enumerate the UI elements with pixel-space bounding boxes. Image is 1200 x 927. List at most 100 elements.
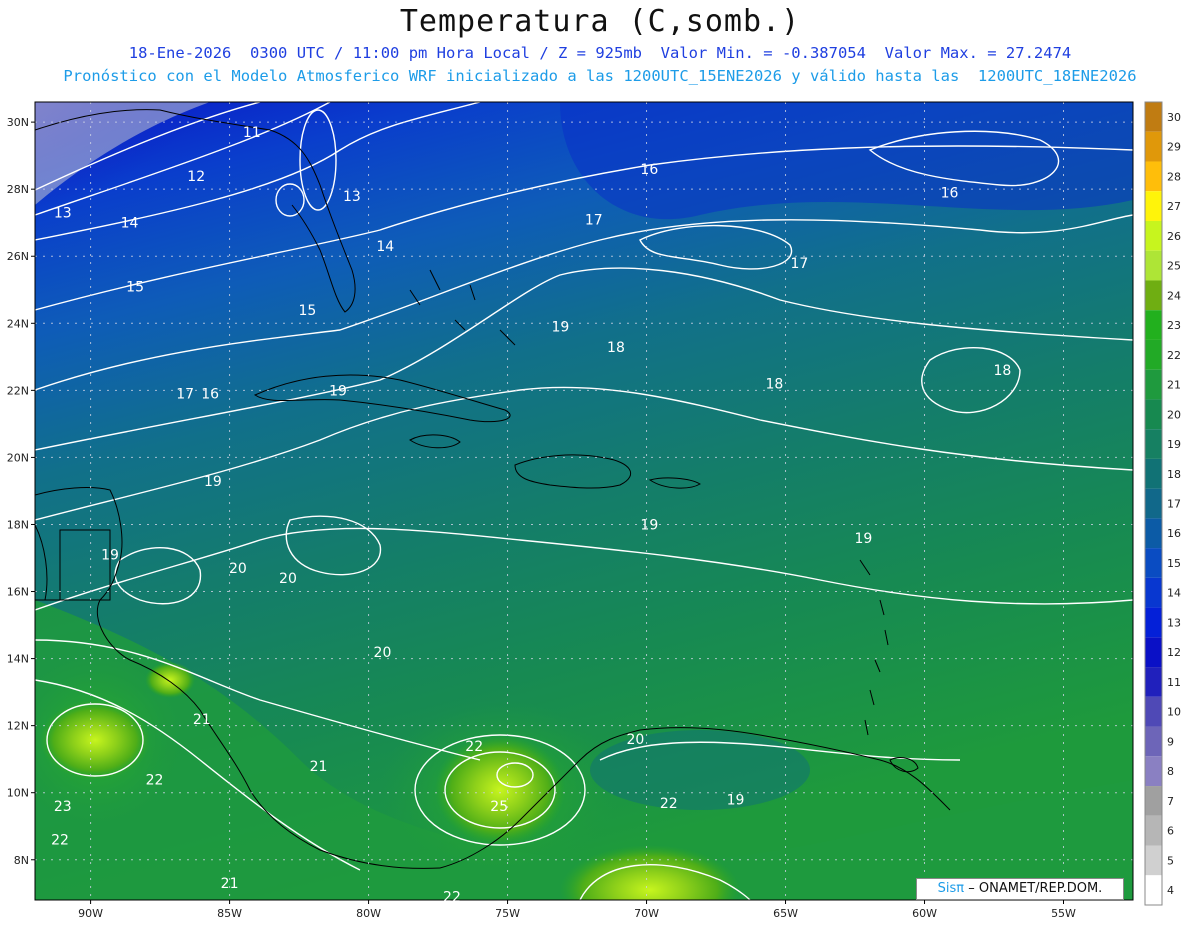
contour-label: 18 [765, 377, 783, 393]
contour-label: 19 [551, 320, 569, 336]
colorbar-swatch [1145, 399, 1162, 430]
lon-tick-label: 90W [78, 907, 103, 920]
colorbar-swatch [1145, 548, 1162, 578]
contour-label: 14 [376, 239, 394, 255]
credit-box: Sisπ – ONAMET/REP.DOM. [916, 878, 1124, 900]
colorbar-label: 30 [1167, 111, 1181, 124]
lat-tick-label: 26N [7, 250, 29, 263]
lat-tick-label: 12N [7, 720, 29, 733]
lon-tick-label: 85W [217, 907, 242, 920]
colorbar-label: 17 [1167, 498, 1181, 511]
lat-tick-label: 8N [14, 854, 29, 867]
colorbar-label: 27 [1167, 200, 1181, 213]
lat-tick-label: 22N [7, 384, 29, 397]
colorbar-label: 25 [1167, 260, 1181, 273]
colorbar-swatch [1145, 518, 1162, 549]
colorbar-swatch [1145, 577, 1162, 608]
colorbar-label: 14 [1167, 587, 1181, 600]
contour-label: 13 [343, 189, 361, 205]
lat-tick-label: 20N [7, 451, 29, 464]
colorbar-swatch [1145, 756, 1162, 787]
latitude-axis: 30N 28N 26N 24N 22N 20N 18N 16N 14N 12N 10N 8N [7, 116, 35, 867]
contour-label: 19 [640, 517, 658, 533]
contour-label: 11 [243, 125, 261, 141]
contour-label: 22 [51, 833, 69, 849]
contour-label: 20 [229, 561, 247, 577]
contour-label: 16 [941, 186, 959, 202]
colorbar-swatch [1145, 161, 1162, 192]
contour-label: 16 [201, 387, 219, 403]
colorbar-label: 28 [1167, 170, 1181, 183]
contour-label: 19 [727, 792, 745, 808]
lon-tick-label: 55W [1051, 907, 1076, 920]
colorbar-swatch [1145, 102, 1162, 132]
colorbar-swatch [1145, 815, 1162, 846]
colorbar-label: 16 [1167, 527, 1181, 540]
contour-label: 13 [54, 206, 72, 222]
colorbar-label: 13 [1167, 616, 1181, 629]
contour-label: 20 [374, 645, 392, 661]
colorbar-label: 29 [1167, 141, 1181, 154]
lat-tick-label: 16N [7, 586, 29, 599]
colorbar-swatch [1145, 310, 1162, 340]
lon-tick-label: 60W [912, 907, 937, 920]
contour-label: 25 [490, 799, 508, 815]
lat-tick-label: 18N [7, 518, 29, 531]
colorbar-swatch [1145, 845, 1162, 876]
colorbar-label: 9 [1167, 735, 1174, 748]
colorbar-label: 15 [1167, 557, 1181, 570]
lat-tick-label: 28N [7, 183, 29, 196]
colorbar-label: 18 [1167, 468, 1181, 481]
contour-label: 21 [221, 876, 239, 892]
lon-tick-label: 75W [495, 907, 520, 920]
colorbar-label: 23 [1167, 319, 1181, 332]
colorbar-label: 4 [1167, 884, 1174, 897]
colorbar-label: 6 [1167, 825, 1174, 838]
longitude-axis: 90W 85W 80W 75W 70W 65W 60W 55W [78, 900, 1076, 920]
contour-label: 17 [791, 256, 809, 272]
contour-label: 17 [176, 387, 194, 403]
contour-label: 15 [126, 279, 144, 295]
colorbar: 30 29 28 27 26 25 24 23 22 21 20 19 18 17 16 15 14 13 12 11… [1144, 101, 1181, 906]
colorbar-swatch [1145, 786, 1162, 816]
lon-tick-label: 65W [773, 907, 798, 920]
colorbar-swatch [1145, 726, 1162, 757]
colorbar-label: 7 [1167, 795, 1174, 808]
colorbar-label: 22 [1167, 349, 1181, 362]
colorbar-label: 8 [1167, 765, 1174, 778]
contour-label: 22 [146, 772, 164, 788]
colorbar-label: 5 [1167, 854, 1174, 867]
colorbar-swatch [1145, 488, 1162, 519]
colorbar-swatch [1145, 250, 1162, 281]
colorbar-swatch [1145, 875, 1162, 905]
contour-label: 17 [585, 212, 603, 228]
contour-label: 21 [193, 712, 211, 728]
lon-tick-label: 70W [634, 907, 659, 920]
lat-tick-label: 14N [7, 653, 29, 666]
colorbar-label: 10 [1167, 706, 1181, 719]
contour-label: 20 [279, 571, 297, 587]
contour-label: 18 [607, 340, 625, 356]
colorbar-swatch [1145, 429, 1162, 459]
contour-label: 20 [627, 732, 645, 748]
organization-label: – ONAMET/REP.DOM. [968, 881, 1103, 896]
lat-tick-label: 30N [7, 116, 29, 129]
colorbar-label: 11 [1167, 676, 1181, 689]
colorbar-swatch [1145, 637, 1162, 668]
lat-tick-label: 10N [7, 787, 29, 800]
colorbar-label: 24 [1167, 289, 1181, 302]
colorbar-swatch [1145, 458, 1162, 489]
contour-label: 16 [640, 162, 658, 178]
colorbar-swatch [1145, 131, 1162, 162]
colorbar-swatch [1145, 696, 1162, 727]
colorbar-swatch [1145, 339, 1162, 370]
contour-label: 22 [660, 796, 678, 812]
colorbar-label: 12 [1167, 646, 1181, 659]
colorbar-label: 21 [1167, 379, 1181, 392]
colorbar-swatch [1145, 607, 1162, 638]
colorbar-label: 19 [1167, 438, 1181, 451]
colorbar-swatch [1145, 369, 1162, 400]
contour-label: 18 [993, 363, 1011, 379]
contour-label: 12 [187, 169, 205, 185]
lat-tick-label: 24N [7, 317, 29, 330]
